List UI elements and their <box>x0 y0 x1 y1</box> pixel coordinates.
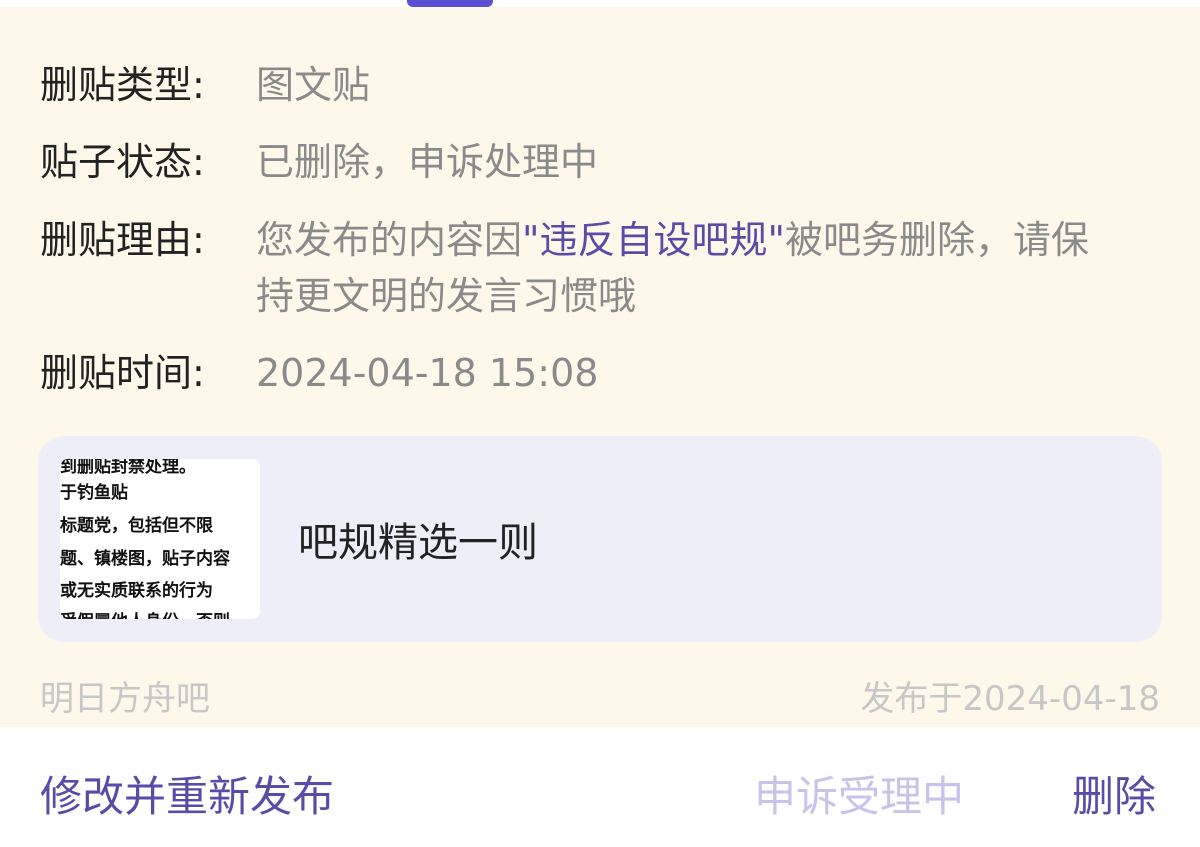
tab-indicator <box>407 0 493 7</box>
thumb-text-line: 于钓鱼贴 <box>60 483 128 503</box>
post-status-row: 贴子状态: 已删除，申诉处理中 <box>40 134 598 190</box>
thumb-text-line: 标题党，包括但不限 <box>60 516 213 536</box>
post-thumbnail: 到删贴封禁处理。 于钓鱼贴 标题党，包括但不限 题、镇楼图，贴子内容 或无实质联… <box>60 459 260 619</box>
deletion-type-label: 删贴类型: <box>40 63 205 107</box>
thumb-text-line: 到删贴封禁处理。 <box>60 459 196 477</box>
deletion-reason-value: 您发布的内容因"违反自设吧规"被吧务删除，请保持更文明的发言习惯哦 <box>256 212 1116 324</box>
action-bar: 修改并重新发布 申诉受理中 删除 <box>0 727 1200 847</box>
thumb-text-line: 题、镇楼图，贴子内容 <box>60 549 230 569</box>
post-status-value: 已删除，申诉处理中 <box>256 140 599 184</box>
linked-post-title: 吧规精选一则 <box>298 520 538 566</box>
thumb-text-line: 受假冒他人身份，否则 <box>60 610 230 619</box>
reason-prefix: 您发布的内容因 <box>256 218 523 262</box>
appeal-status-button[interactable]: 申诉受理中 <box>754 767 964 827</box>
edit-and-republish-button[interactable]: 修改并重新发布 <box>40 767 334 827</box>
deletion-time-row: 删贴时间: 2024-04-18 15:08 <box>40 345 598 401</box>
deletion-reason-row: 删贴理由: 您发布的内容因"违反自设吧规"被吧务删除，请保持更文明的发言习惯哦 <box>40 212 1116 324</box>
post-status-label: 贴子状态: <box>40 140 205 184</box>
deletion-info-card: 删贴类型: 图文贴 贴子状态: 已删除，申诉处理中 删贴理由: 您发布的内容因"… <box>0 7 1200 727</box>
delete-button[interactable]: 删除 <box>1072 767 1156 827</box>
publish-date: 发布于2024-04-18 <box>860 679 1160 719</box>
linked-post-card[interactable]: 到删贴封禁处理。 于钓鱼贴 标题党，包括但不限 题、镇楼图，贴子内容 或无实质联… <box>38 436 1162 642</box>
reason-rule-highlight: "违反自设吧规" <box>522 218 785 262</box>
post-meta-row: 明日方舟吧 发布于2024-04-18 <box>40 675 1160 723</box>
thumb-text-line: 或无实质联系的行为 <box>60 581 213 601</box>
deletion-type-row: 删贴类型: 图文贴 <box>40 57 370 113</box>
deletion-reason-label: 删贴理由: <box>40 218 205 262</box>
deletion-time-value: 2024-04-18 15:08 <box>256 351 599 395</box>
deletion-time-label: 删贴时间: <box>40 351 205 395</box>
deleted-post-detail: 删贴类型: 图文贴 贴子状态: 已删除，申诉处理中 删贴理由: 您发布的内容因"… <box>0 0 1200 847</box>
deletion-type-value: 图文贴 <box>256 63 371 107</box>
forum-name[interactable]: 明日方舟吧 <box>40 675 210 723</box>
